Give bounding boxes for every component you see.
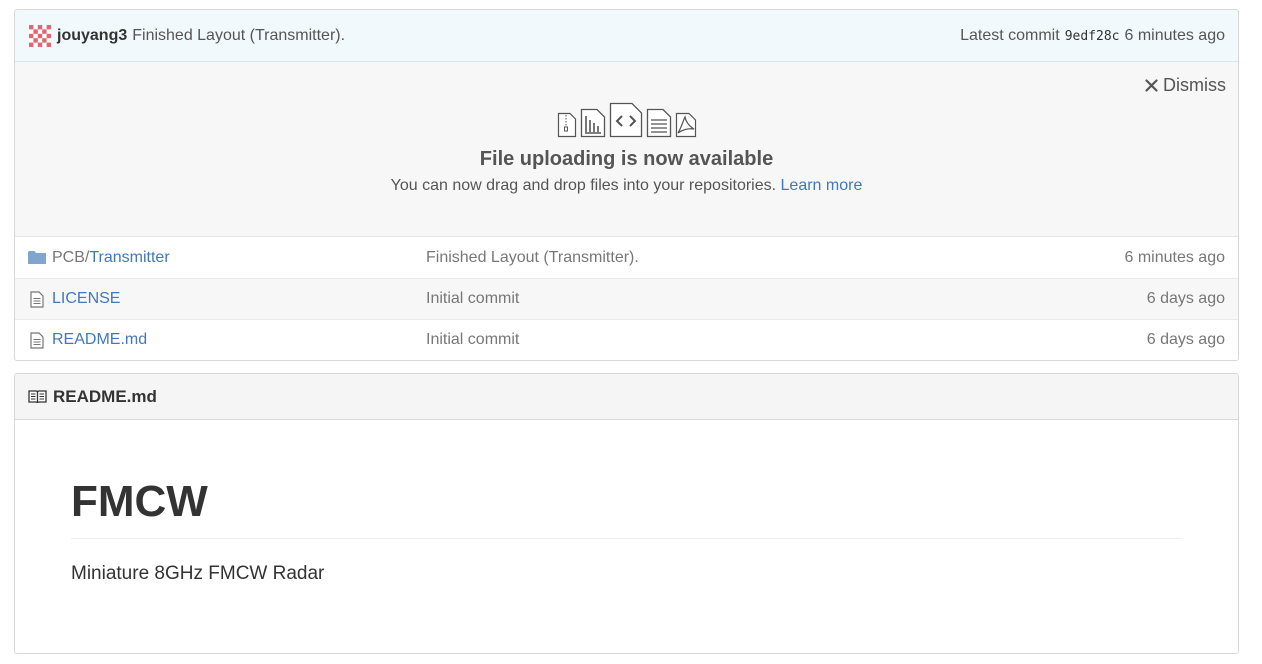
table-row: LICENSE Initial commit 6 days ago	[15, 278, 1238, 319]
latest-commit-label: Latest commit	[960, 26, 1060, 44]
readme-filename[interactable]: README.md	[53, 387, 157, 407]
file-name-link[interactable]: README.md	[52, 331, 426, 349]
upload-description: You can now drag and drop files into you…	[390, 177, 777, 194]
upload-icons	[15, 102, 1238, 138]
commit-tease: jouyang3 Finished Layout (Transmitter). …	[15, 10, 1238, 62]
dismiss-label: Dismiss	[1163, 75, 1226, 95]
latest-commit: Latest commit 9edf28c 6 minutes ago	[960, 27, 1225, 45]
table-row: README.md Initial commit 6 days ago	[15, 319, 1238, 360]
close-icon	[1145, 79, 1158, 92]
commit-sha[interactable]: 9edf28c	[1065, 29, 1120, 44]
avatar[interactable]	[29, 24, 51, 47]
learn-more-link[interactable]: Learn more	[781, 177, 863, 194]
book-icon	[28, 389, 47, 404]
file-name-link[interactable]: LICENSE	[52, 290, 426, 308]
dismiss-button[interactable]: Dismiss	[1145, 75, 1226, 96]
file-commit-message[interactable]: Initial commit	[426, 290, 1147, 308]
readme-heading: FMCW	[71, 477, 1182, 540]
file-age: 6 days ago	[1146, 290, 1225, 307]
dir-name[interactable]: Transmitter	[89, 249, 169, 266]
file-commit-message[interactable]: Finished Layout (Transmitter).	[426, 249, 1124, 267]
file-navigation: jouyang3 Finished Layout (Transmitter). …	[14, 9, 1239, 361]
file-pdf-icon	[675, 112, 696, 138]
file-text-icon	[646, 108, 671, 138]
readme-header: README.md	[15, 374, 1238, 420]
commit-author[interactable]: jouyang3	[57, 27, 127, 45]
file-name-link[interactable]: PCB/Transmitter	[52, 249, 426, 267]
readme-paragraph: Miniature 8GHz FMCW Radar	[71, 563, 325, 585]
file-age: 6 days ago	[1146, 331, 1225, 348]
file-chart-icon	[580, 108, 605, 138]
upload-title: File uploading is now available	[479, 148, 774, 170]
file-icon	[28, 331, 46, 349]
readme-panel: README.md FMCW Miniature 8GHz FMCW Radar	[14, 373, 1239, 654]
commit-message[interactable]: Finished Layout (Transmitter).	[132, 27, 345, 45]
file-age: 6 minutes ago	[1124, 248, 1225, 266]
dir-prefix[interactable]: PCB/	[52, 249, 89, 266]
commit-time: 6 minutes ago	[1124, 26, 1225, 44]
table-row: PCB/Transmitter Finished Layout (Transmi…	[15, 237, 1238, 278]
file-code-icon	[609, 102, 642, 138]
folder-icon	[28, 249, 46, 267]
files-table: PCB/Transmitter Finished Layout (Transmi…	[15, 237, 1238, 360]
file-icon	[28, 290, 46, 308]
upload-text: You can now drag and drop files into you…	[15, 177, 1238, 195]
readme-body: FMCW Miniature 8GHz FMCW Radar	[15, 477, 1238, 585]
file-zip-icon	[557, 112, 576, 138]
file-commit-message[interactable]: Initial commit	[426, 331, 1147, 349]
upload-banner: Dismiss File uploading is now available …	[15, 62, 1238, 237]
